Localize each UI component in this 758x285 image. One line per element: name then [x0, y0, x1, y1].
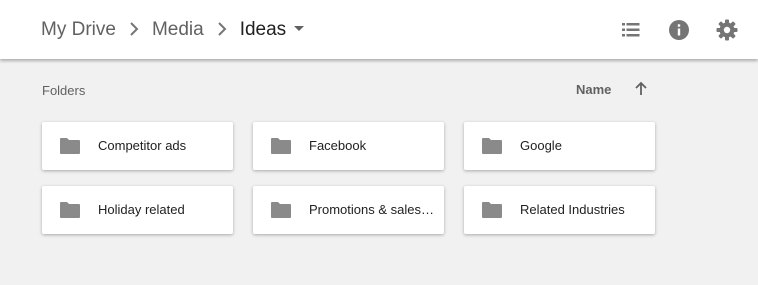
caret-down-icon[interactable] [294, 19, 305, 41]
breadcrumb: My Drive Media Ideas [41, 0, 305, 59]
breadcrumb-ideas[interactable]: Ideas [240, 19, 286, 41]
chevron-right-icon [204, 19, 240, 41]
settings-icon[interactable] [715, 18, 739, 42]
folder-icon [482, 202, 502, 218]
folder-name: Promotions & sales events [309, 202, 437, 217]
arrow-up-icon[interactable] [633, 81, 649, 97]
folder-name: Holiday related [98, 202, 185, 217]
folder-name: Competitor ads [98, 138, 187, 153]
top-bar: My Drive Media Ideas [0, 0, 758, 59]
folder-card[interactable]: Promotions & sales events [253, 186, 444, 234]
folder-name: Google [520, 138, 562, 153]
list-view-icon[interactable] [619, 18, 643, 42]
sort-by-name-button[interactable]: Name [576, 82, 611, 97]
folder-list-area: Folders Name Competitor ads Facebook Goo… [0, 59, 758, 285]
folder-name: Facebook [309, 138, 367, 153]
folder-card[interactable]: Competitor ads [42, 122, 233, 170]
folder-card[interactable]: Related Industries [464, 186, 655, 234]
folder-card[interactable]: Facebook [253, 122, 444, 170]
breadcrumb-my-drive[interactable]: My Drive [41, 19, 116, 41]
folder-icon [271, 138, 291, 154]
chevron-right-icon [116, 19, 152, 41]
section-title: Folders [42, 83, 86, 98]
folder-icon [482, 138, 502, 154]
folder-card[interactable]: Holiday related [42, 186, 233, 234]
breadcrumb-media[interactable]: Media [152, 19, 204, 41]
folder-icon [60, 138, 80, 154]
folder-card[interactable]: Google [464, 122, 655, 170]
folder-icon [60, 202, 80, 218]
folder-name: Related Industries [520, 202, 625, 217]
info-icon[interactable] [667, 18, 691, 42]
folder-icon [271, 202, 291, 218]
